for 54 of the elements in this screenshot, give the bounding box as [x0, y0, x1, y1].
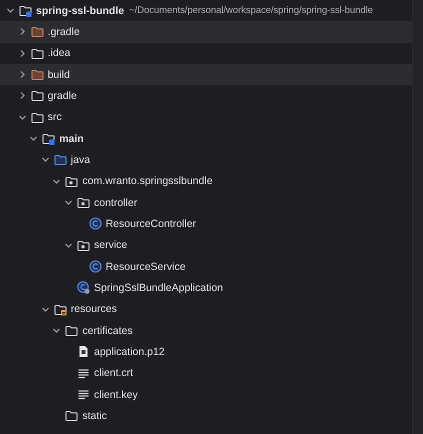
app-class-icon — [77, 281, 90, 294]
collapse-chevron-icon[interactable] — [52, 176, 62, 186]
tree-item-label[interactable]: .gradle — [48, 26, 80, 38]
tree-item-label[interactable]: controller — [94, 196, 138, 209]
folder-icon — [30, 68, 44, 82]
folder-icon — [65, 324, 78, 338]
package-icon — [77, 196, 90, 210]
tree-item-label[interactable]: build — [48, 68, 70, 81]
module-folder-icon — [42, 132, 56, 146]
tree-item-label[interactable]: com.wranto.springsslbundle — [82, 175, 213, 188]
folder-icon — [65, 409, 78, 422]
tree-item-label[interactable]: .idea — [48, 47, 70, 60]
expand-chevron-icon[interactable] — [18, 27, 27, 36]
tree-item-label[interactable]: resources — [70, 303, 117, 316]
package-icon — [77, 238, 90, 252]
tree-item-label[interactable]: java — [70, 154, 90, 166]
project-path: ~/Documents/personal/workspace/spring/spring-ssl-bundle — [129, 5, 373, 16]
collapse-chevron-icon[interactable] — [29, 134, 38, 144]
tree-item-label[interactable]: static — [82, 410, 107, 422]
tree-item-label[interactable]: main — [59, 132, 84, 145]
text-file-icon — [77, 388, 90, 402]
expand-chevron-icon[interactable] — [18, 70, 27, 80]
tree-item-label[interactable]: src — [48, 111, 62, 124]
class-icon — [88, 260, 102, 274]
tree-item-label[interactable]: client.crt — [94, 367, 134, 380]
collapse-chevron-icon[interactable] — [64, 198, 73, 208]
folder-icon — [30, 110, 44, 124]
folder-icon — [30, 25, 44, 38]
tree-item-label[interactable]: ResourceService — [106, 260, 186, 273]
module-folder-icon — [19, 4, 32, 18]
class-icon — [88, 217, 102, 230]
folder-icon — [54, 153, 67, 166]
tree-item-label[interactable]: SpringSslBundleApplication — [94, 282, 223, 294]
expand-chevron-icon[interactable] — [18, 48, 27, 58]
tree-item-label[interactable]: certificates — [82, 324, 133, 337]
collapse-chevron-icon[interactable] — [6, 6, 15, 16]
tree-item-label[interactable]: spring-ssl-bundle — [36, 4, 124, 17]
collapse-chevron-icon[interactable] — [64, 240, 73, 250]
collapse-chevron-icon[interactable] — [40, 304, 50, 314]
tree-item-label[interactable]: service — [94, 239, 128, 252]
folder-icon — [30, 46, 44, 60]
collapse-chevron-icon[interactable] — [52, 326, 62, 336]
expand-chevron-icon[interactable] — [18, 91, 27, 100]
tree-item-label[interactable]: ResourceController — [106, 218, 196, 230]
tree-item-label[interactable]: application.p12 — [94, 346, 165, 358]
text-file-icon — [77, 366, 90, 380]
resources-folder-icon — [54, 302, 67, 316]
collapse-chevron-icon[interactable] — [40, 155, 50, 164]
tree-item-label[interactable]: gradle — [48, 90, 77, 102]
collapse-chevron-icon[interactable] — [18, 112, 27, 122]
tree-item-label[interactable]: client.key — [94, 388, 138, 401]
folder-icon — [30, 89, 44, 102]
package-icon — [65, 174, 78, 188]
binary-file-icon — [77, 345, 90, 358]
